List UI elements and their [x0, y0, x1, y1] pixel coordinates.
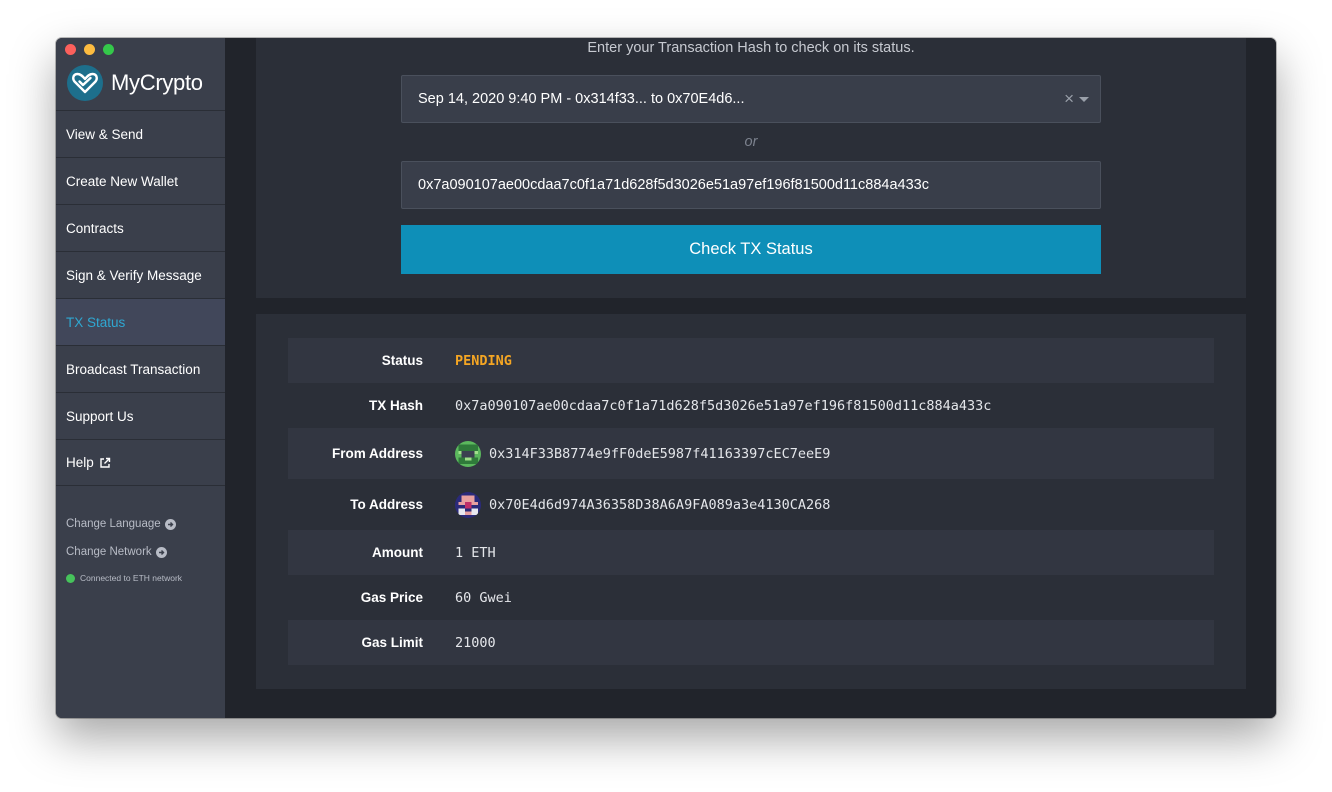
amount-label: Amount: [372, 545, 423, 560]
mycrypto-logo-icon: [67, 65, 103, 101]
gas-limit-row: Gas Limit 21000: [288, 620, 1214, 665]
sidebar-item-help[interactable]: Help: [56, 439, 225, 486]
arrow-circle-right-icon: [164, 518, 176, 530]
gas-price-row: Gas Price 60 Gwei: [288, 575, 1214, 620]
from-address-cell: 0x314F33B8774e9fF0deE5987f41163397cEC7ee…: [455, 440, 831, 467]
chevron-down-icon[interactable]: [1079, 97, 1089, 102]
recent-tx-select[interactable]: Sep 14, 2020 9:40 PM - 0x314f33... to 0x…: [401, 75, 1101, 123]
status-row: Status PENDING: [288, 338, 1214, 383]
tx-hash-row: TX Hash 0x7a090107ae00cdaa7c0f1a71d628f5…: [288, 383, 1214, 428]
sidebar-item-label: Sign & Verify Message: [66, 267, 202, 283]
or-divider: or: [744, 134, 758, 150]
sidebar-item-support[interactable]: Support Us: [56, 392, 225, 439]
sidebar-nav: View & Send Create New Wallet Contracts …: [56, 110, 225, 486]
sidebar: MyCrypto View & Send Create New Wallet C…: [56, 38, 225, 718]
gas-limit-value: 21000: [455, 634, 496, 651]
sidebar-item-label: TX Status: [66, 314, 126, 330]
sidebar-item-label: Create New Wallet: [66, 173, 179, 189]
app-window: MyCrypto View & Send Create New Wallet C…: [56, 38, 1276, 718]
check-tx-status-button[interactable]: Check TX Status: [401, 225, 1101, 274]
sidebar-item-tx-status[interactable]: TX Status: [56, 298, 225, 345]
minimize-window-button[interactable]: [84, 44, 95, 55]
window-controls: [65, 44, 114, 55]
from-address-row: From Address 0x314F33B8774e9fF0deE5987f4…: [288, 428, 1214, 479]
status-label: Status: [381, 353, 423, 368]
network-status: Connected to ETH network: [66, 573, 182, 583]
amount-row: Amount 1 ETH: [288, 530, 1214, 575]
gas-limit-label: Gas Limit: [361, 635, 423, 650]
sidebar-item-label: Broadcast Transaction: [66, 361, 201, 377]
to-address-cell: 0x70E4d6d974A36358D38A6A9FA089a3e4130CA2…: [455, 491, 831, 518]
gas-price-value: 60 Gwei: [455, 589, 512, 606]
main-content: Enter your Transaction Hash to check on …: [225, 38, 1276, 718]
app-name: MyCrypto: [111, 70, 203, 95]
selected-tx-value: Sep 14, 2020 9:40 PM - 0x314f33... to 0x…: [418, 91, 745, 107]
close-window-button[interactable]: [65, 44, 76, 55]
to-address-row: To Address 0x70E4d6d974A36358D38A6A9FA08…: [288, 479, 1214, 530]
from-identicon-icon: [455, 440, 481, 467]
tx-hash-input[interactable]: [401, 161, 1101, 209]
sidebar-item-sign-verify[interactable]: Sign & Verify Message: [56, 251, 225, 298]
brand[interactable]: MyCrypto: [67, 65, 203, 101]
settings-links: Change Language Change Network: [66, 510, 176, 566]
sidebar-item-label: Support Us: [66, 408, 134, 424]
sidebar-item-label: Contracts: [66, 220, 124, 236]
from-address-value: 0x314F33B8774e9fF0deE5987f41163397cEC7ee…: [489, 445, 831, 462]
sidebar-item-broadcast[interactable]: Broadcast Transaction: [56, 345, 225, 392]
change-language-label: Change Language: [66, 518, 161, 530]
network-status-text: Connected to ETH network: [80, 573, 183, 583]
gas-price-label: Gas Price: [360, 590, 423, 605]
lookup-instruction: Enter your Transaction Hash to check on …: [587, 40, 915, 56]
change-network-label: Change Network: [66, 546, 152, 558]
tx-details-table: Status PENDING TX Hash 0x7a090107ae00cda…: [288, 338, 1214, 665]
tx-hash-value: 0x7a090107ae00cdaa7c0f1a71d628f5d3026e51…: [455, 397, 992, 414]
amount-value: 1 ETH: [455, 544, 496, 561]
external-link-icon: [99, 457, 111, 469]
change-language-link[interactable]: Change Language: [66, 510, 176, 538]
sidebar-item-contracts[interactable]: Contracts: [56, 204, 225, 251]
change-network-link[interactable]: Change Network: [66, 538, 176, 566]
connected-dot-icon: [66, 573, 75, 583]
tx-lookup-panel: Enter your Transaction Hash to check on …: [256, 38, 1246, 298]
to-address-label: To Address: [350, 497, 423, 512]
status-badge: PENDING: [455, 352, 512, 369]
sidebar-item-create-wallet[interactable]: Create New Wallet: [56, 157, 225, 204]
sidebar-item-view-send[interactable]: View & Send: [56, 110, 225, 157]
to-identicon-icon: [455, 491, 481, 518]
sidebar-item-label: View & Send: [66, 126, 144, 142]
tx-hash-label: TX Hash: [368, 398, 423, 413]
arrow-circle-right-icon: [155, 546, 167, 558]
zoom-window-button[interactable]: [103, 44, 114, 55]
to-address-value: 0x70E4d6d974A36358D38A6A9FA089a3e4130CA2…: [489, 496, 831, 513]
tx-details-panel: Status PENDING TX Hash 0x7a090107ae00cda…: [256, 314, 1246, 689]
from-address-label: From Address: [331, 446, 423, 461]
sidebar-item-label: Help: [66, 455, 94, 470]
clear-icon[interactable]: ×: [1064, 89, 1074, 109]
